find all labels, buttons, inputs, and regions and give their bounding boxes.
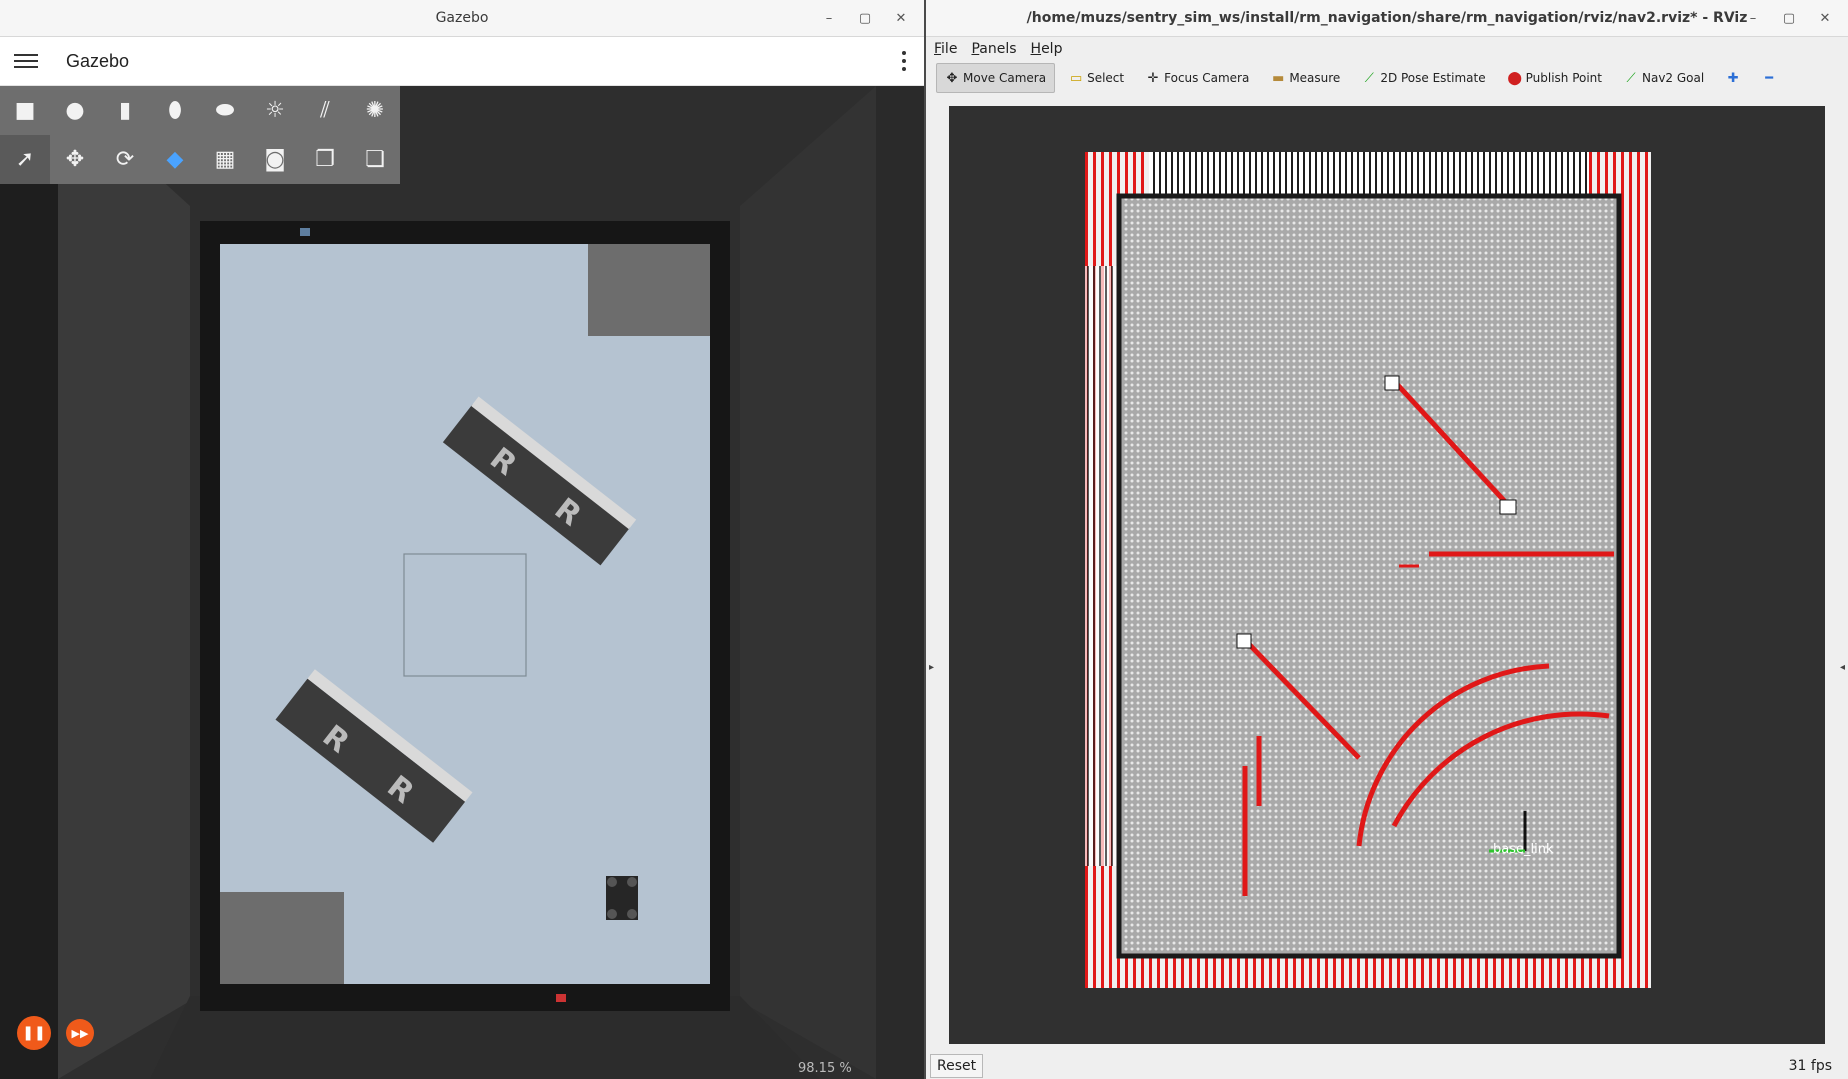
- menu-panels[interactable]: Panels: [971, 41, 1016, 57]
- maximize-icon[interactable]: ▢: [858, 11, 872, 26]
- minimize-icon[interactable]: –: [822, 11, 836, 26]
- tool-select[interactable]: ▭ Select: [1061, 64, 1132, 92]
- screenshot-camera-icon[interactable]: ◙: [250, 135, 300, 184]
- rviz-window: /home/muzs/sentry_sim_ws/install/rm_navi…: [926, 0, 1848, 1079]
- pause-button[interactable]: ❚❚: [17, 1016, 51, 1050]
- close-icon[interactable]: ✕: [1818, 11, 1832, 26]
- kebab-menu-icon[interactable]: [902, 51, 906, 71]
- align-icon[interactable]: ◆: [150, 135, 200, 184]
- menu-file[interactable]: File: [934, 41, 957, 57]
- gazebo-app-title: Gazebo: [66, 50, 130, 71]
- paste-icon[interactable]: ❏: [350, 135, 400, 184]
- rviz-view-frame: ▸ ◂ base_link: [926, 100, 1848, 1050]
- minimize-icon[interactable]: –: [1746, 11, 1760, 26]
- directional-light-icon[interactable]: ⫽: [300, 86, 350, 135]
- hamburger-menu-icon[interactable]: [14, 54, 38, 68]
- frame-label: base_link: [1493, 842, 1554, 857]
- spot-light-icon[interactable]: ✺: [350, 86, 400, 135]
- left-panel-toggle-icon[interactable]: ▸: [929, 662, 934, 673]
- gazebo-shape-toolbar: ■ ● ▮ ⬮ ⬬ ☼ ⫽ ✺ ➚ ✥ ⟳ ◆ ▦ ◙ ❐ ❏: [0, 86, 400, 184]
- minus-icon: ━: [1765, 70, 1774, 86]
- tool-label: Select: [1087, 71, 1125, 85]
- add-tool-button[interactable]: ✚: [1718, 64, 1748, 92]
- menu-help[interactable]: Help: [1031, 41, 1063, 57]
- rviz-window-title: /home/muzs/sentry_sim_ws/install/rm_navi…: [1026, 10, 1748, 26]
- rviz-menubar: File Panels Help: [926, 37, 1848, 61]
- reset-button[interactable]: Reset: [930, 1053, 984, 1078]
- rotate-icon[interactable]: ⟳: [100, 135, 150, 184]
- select-arrow-icon[interactable]: ➚: [0, 135, 50, 184]
- gazebo-titlebar: Gazebo – ▢ ✕: [0, 0, 924, 37]
- rviz-statusbar: Reset 31 fps: [926, 1052, 1848, 1079]
- cylinder-icon[interactable]: ▮: [100, 86, 150, 135]
- plus-icon: ✚: [1727, 70, 1739, 86]
- pose-estimate-icon: ⟋: [1364, 70, 1374, 86]
- tool-label: Nav2 Goal: [1642, 71, 1705, 85]
- tool-label: 2D Pose Estimate: [1380, 71, 1486, 85]
- tool-nav2-goal[interactable]: ⟋ Nav2 Goal: [1616, 64, 1712, 92]
- rviz-titlebar: /home/muzs/sentry_sim_ws/install/rm_navi…: [926, 0, 1848, 37]
- capsule-icon[interactable]: ⬮: [150, 86, 200, 135]
- focus-camera-icon: ✛: [1147, 70, 1159, 86]
- gazebo-header: Gazebo: [0, 37, 924, 86]
- tool-label: Publish Point: [1525, 71, 1602, 85]
- rviz-render-view[interactable]: base_link: [949, 106, 1825, 1044]
- tool-2d-pose-estimate[interactable]: ⟋ 2D Pose Estimate: [1354, 64, 1493, 92]
- tool-measure[interactable]: ▬ Measure: [1263, 64, 1348, 92]
- copy-icon[interactable]: ❐: [300, 135, 350, 184]
- maximize-icon[interactable]: ▢: [1782, 11, 1796, 26]
- tool-label: Move Camera: [963, 71, 1047, 85]
- tool-focus-camera[interactable]: ✛ Focus Camera: [1138, 64, 1257, 92]
- tool-publish-point[interactable]: ⬤ Publish Point: [1500, 64, 1610, 92]
- close-icon[interactable]: ✕: [894, 11, 908, 26]
- rviz-toolbar: ✥ Move Camera ▭ Select ✛ Focus Camera ▬ …: [926, 62, 1848, 94]
- move-camera-icon: ✥: [946, 70, 958, 86]
- grid-snap-icon[interactable]: ▦: [200, 135, 250, 184]
- tool-move-camera[interactable]: ✥ Move Camera: [936, 63, 1056, 93]
- measure-icon: ▬: [1272, 70, 1285, 86]
- select-icon: ▭: [1069, 70, 1083, 86]
- gazebo-window-title: Gazebo: [435, 10, 489, 26]
- sphere-icon[interactable]: ●: [50, 86, 100, 135]
- remove-tool-button[interactable]: ━: [1754, 64, 1784, 92]
- tool-label: Focus Camera: [1164, 71, 1250, 85]
- gazebo-window: Gazebo – ▢ ✕ Gazebo R R R R ■ ● ▮ ⬮ ⬬ ☼ …: [0, 0, 924, 1079]
- translate-icon[interactable]: ✥: [50, 135, 100, 184]
- right-panel-toggle-icon[interactable]: ◂: [1840, 662, 1845, 673]
- step-forward-button[interactable]: ▶▶: [66, 1019, 94, 1047]
- zoom-level: 98.15 %: [798, 1061, 852, 1076]
- sun-light-icon[interactable]: ☼: [250, 86, 300, 135]
- ellipsoid-icon[interactable]: ⬬: [200, 86, 250, 135]
- box-icon[interactable]: ■: [0, 86, 50, 135]
- tool-label: Measure: [1289, 71, 1341, 85]
- fps-counter: 31 fps: [1788, 1057, 1832, 1074]
- rviz-map-render: base_link: [949, 106, 1825, 1044]
- gazebo-3d-scene[interactable]: R R R R: [0, 86, 876, 1079]
- publish-point-icon: ⬤: [1507, 70, 1522, 86]
- nav2-goal-icon: ⟋: [1626, 70, 1636, 86]
- gazebo-scene-render: R R R R: [0, 86, 876, 1079]
